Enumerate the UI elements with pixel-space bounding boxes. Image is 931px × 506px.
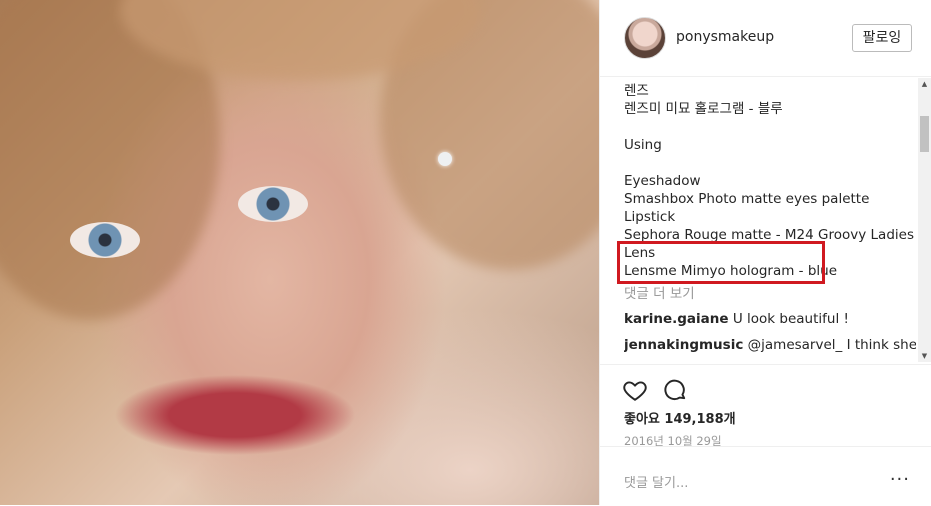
caption-line: 렌즈: [624, 83, 649, 99]
photo-eye-right: [238, 186, 308, 222]
comment-username[interactable]: karine.gaiane: [624, 311, 729, 327]
following-button[interactable]: 팔로잉: [852, 24, 912, 52]
heart-icon[interactable]: [622, 377, 648, 403]
comment-input[interactable]: 댓글 달기...: [624, 472, 688, 491]
caption-line: Eyeshadow: [624, 173, 701, 189]
comment-icon[interactable]: [662, 377, 688, 403]
comment-item: jennakingmusic @jamesarvel_ I think she'…: [624, 332, 916, 358]
likes-count[interactable]: 좋아요 149,188개: [624, 408, 736, 427]
comment-username[interactable]: jennakingmusic: [624, 337, 743, 353]
more-options-icon[interactable]: ···: [890, 469, 910, 490]
view-more-comments-link[interactable]: 댓글 더 보기: [624, 282, 916, 306]
post-photo[interactable]: [0, 0, 599, 505]
comment-box: 댓글 달기... ···: [600, 446, 931, 506]
comment-text: U look beautiful !: [732, 311, 849, 327]
highlight-box: [617, 241, 825, 284]
scroll-up-icon[interactable]: ▲: [918, 78, 931, 90]
scroll-down-icon[interactable]: ▼: [918, 350, 931, 362]
photo-eye-left: [70, 222, 140, 258]
scrollbar-thumb[interactable]: [920, 116, 929, 152]
comment-text: @jamesarvel_ I think she's: [747, 337, 916, 353]
caption-scrollbar[interactable]: ▲ ▼: [918, 78, 931, 362]
caption-line: Lipstick: [624, 209, 676, 225]
username-link[interactable]: ponysmakeup: [676, 29, 774, 45]
caption-line: 렌즈미 미묘 홀로그램 - 블루: [624, 101, 783, 117]
caption-and-comments: 렌즈 렌즈미 미묘 홀로그램 - 블루 Using Eyeshadow Smas…: [624, 82, 916, 364]
avatar[interactable]: [624, 17, 666, 59]
photo-earring: [438, 152, 452, 166]
comment-item: karine.gaiane U look beautiful !: [624, 306, 916, 332]
caption-line: Using: [624, 137, 662, 153]
post-header: ponysmakeup 팔로잉: [600, 0, 931, 77]
post-actions: 좋아요 149,188개 2016년 10월 29일: [600, 364, 931, 448]
caption-line: Smashbox Photo matte eyes palette: [624, 191, 870, 207]
